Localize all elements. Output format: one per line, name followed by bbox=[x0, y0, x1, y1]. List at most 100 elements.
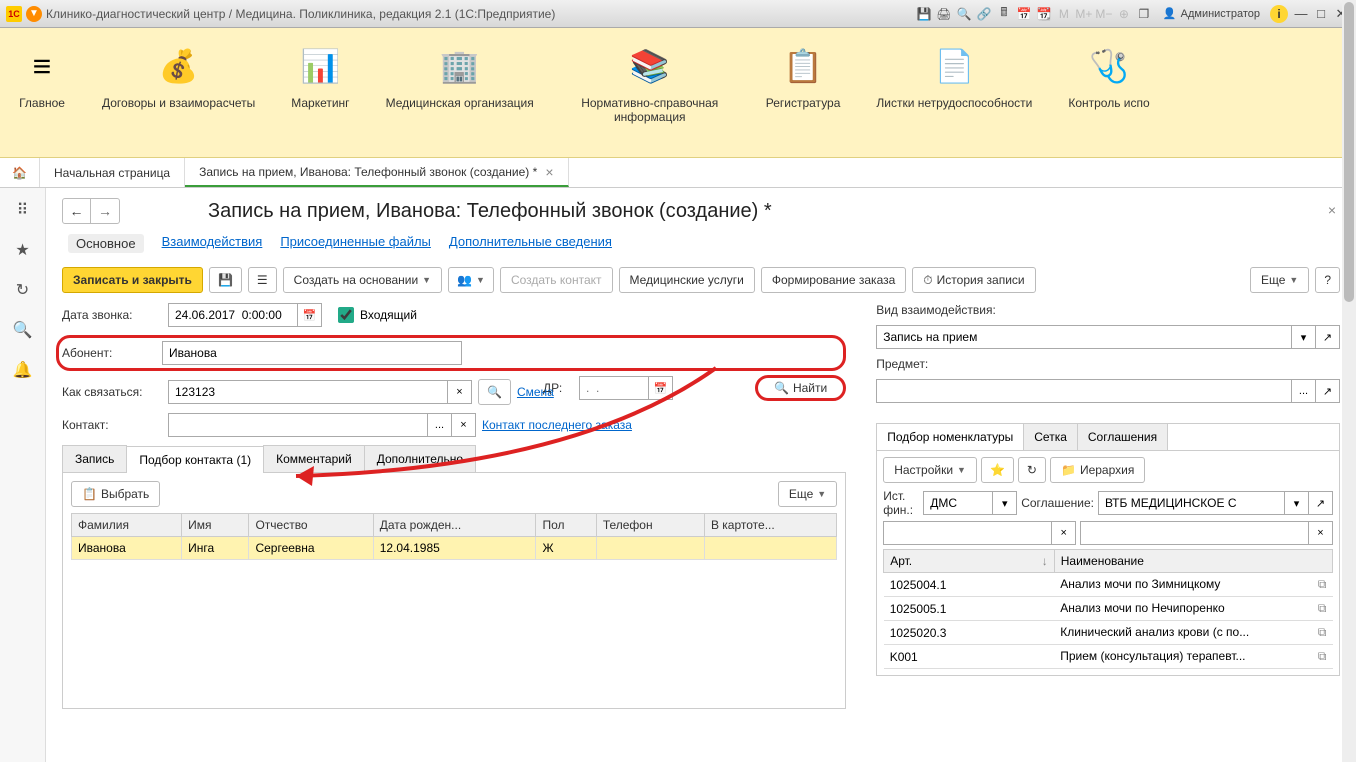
subtab-comment[interactable]: Комментарий bbox=[263, 445, 365, 472]
col-patronymic[interactable]: Отчество bbox=[249, 514, 373, 537]
contact-search-button[interactable]: 🔍 bbox=[478, 379, 511, 405]
tab-current[interactable]: Запись на прием, Иванова: Телефонный зво… bbox=[185, 158, 568, 187]
subject-select-icon[interactable]: ... bbox=[1292, 379, 1316, 403]
tab-start-page[interactable]: Начальная страница bbox=[40, 158, 185, 187]
find-button[interactable]: 🔍 Найти bbox=[755, 375, 846, 401]
nom-row[interactable]: K001Прием (консультация) терапевт...⧉ bbox=[884, 645, 1333, 669]
link-icon[interactable]: 🔗 bbox=[975, 5, 993, 23]
subtab-contact-pick[interactable]: Подбор контакта (1) bbox=[126, 446, 264, 473]
col-surname[interactable]: Фамилия bbox=[72, 514, 182, 537]
contact-clear-icon[interactable]: × bbox=[452, 413, 476, 437]
bell-icon[interactable]: 🔔 bbox=[11, 358, 35, 382]
nom-row[interactable]: 1025005.1Анализ мочи по Нечипоренко⧉ bbox=[884, 597, 1333, 621]
subnav-main[interactable]: Основное bbox=[68, 234, 144, 253]
m-minus-icon[interactable]: M− bbox=[1095, 5, 1113, 23]
select-button[interactable]: 📋 Выбрать bbox=[71, 481, 160, 507]
agreement-input[interactable] bbox=[1098, 491, 1285, 515]
col-card[interactable]: В картоте... bbox=[704, 514, 836, 537]
subnav-interactions[interactable]: Взаимодействия bbox=[162, 234, 263, 253]
table-row[interactable]: Иванова Инга Сергеевна 12.04.1985 Ж bbox=[72, 537, 837, 560]
list-button[interactable]: ☰ bbox=[248, 267, 277, 293]
section-sick-leave[interactable]: 📄Листки нетрудоспособности bbox=[858, 34, 1050, 118]
date-input[interactable] bbox=[168, 303, 298, 327]
home-tab[interactable]: 🏠 bbox=[0, 158, 40, 187]
history-icon[interactable]: ↻ bbox=[11, 278, 35, 302]
preview-icon[interactable]: 🔍 bbox=[955, 5, 973, 23]
minimize-button[interactable]: — bbox=[1292, 5, 1310, 23]
incoming-checkbox[interactable] bbox=[338, 307, 354, 323]
interaction-type-open-icon[interactable]: ↗ bbox=[1316, 325, 1340, 349]
subject-input[interactable] bbox=[876, 379, 1292, 403]
tab-close-icon[interactable]: × bbox=[545, 164, 553, 180]
date-icon[interactable]: 📆 bbox=[1035, 5, 1053, 23]
section-control[interactable]: 🩺Контроль испо bbox=[1050, 34, 1167, 118]
favorite-button[interactable]: ⭐ bbox=[981, 457, 1014, 483]
contact-select-icon[interactable]: ... bbox=[428, 413, 452, 437]
interaction-type-dropdown-icon[interactable]: ▾ bbox=[1292, 325, 1316, 349]
save-close-button[interactable]: Записать и закрыть bbox=[62, 267, 203, 293]
scrollbar[interactable] bbox=[1342, 0, 1356, 762]
save-icon[interactable]: 💾 bbox=[915, 5, 933, 23]
contact-input[interactable] bbox=[168, 413, 428, 437]
filter-name-input[interactable] bbox=[1080, 521, 1309, 545]
subtab-additional[interactable]: Дополнительно bbox=[364, 445, 476, 472]
zoom-icon[interactable]: ⊕ bbox=[1115, 5, 1133, 23]
settings-button[interactable]: Настройки ▼ bbox=[883, 457, 977, 483]
print-icon[interactable]: 🖨 bbox=[935, 5, 953, 23]
m-plus-icon[interactable]: M+ bbox=[1075, 5, 1093, 23]
agreement-open-icon[interactable]: ↗ bbox=[1309, 491, 1333, 515]
m-icon[interactable]: M bbox=[1055, 5, 1073, 23]
create-contact-button[interactable]: Создать контакт bbox=[500, 267, 613, 293]
section-contracts[interactable]: 💰Договоры и взаиморасчеты bbox=[84, 34, 273, 118]
section-main[interactable]: ≡Главное bbox=[0, 34, 84, 118]
section-med-org[interactable]: 🏢Медицинская организация bbox=[368, 34, 552, 118]
maximize-button[interactable]: □ bbox=[1312, 5, 1330, 23]
interaction-type-input[interactable] bbox=[876, 325, 1292, 349]
fin-source-dropdown-icon[interactable]: ▾ bbox=[993, 491, 1017, 515]
window-icon[interactable]: ❐ bbox=[1135, 5, 1153, 23]
col-name[interactable]: Имя bbox=[182, 514, 249, 537]
nom-row[interactable]: 1025020.3Клинический анализ крови (с по.… bbox=[884, 621, 1333, 645]
nav-back-button[interactable]: ← bbox=[63, 199, 91, 223]
subnav-additional[interactable]: Дополнительные сведения bbox=[449, 234, 612, 253]
last-order-contact-link[interactable]: Контакт последнего заказа bbox=[482, 418, 632, 432]
section-normative[interactable]: 📚Нормативно-справочная информация bbox=[552, 34, 748, 132]
apps-icon[interactable]: ⠿ bbox=[11, 198, 35, 222]
date-picker-icon[interactable]: 📅 bbox=[298, 303, 322, 327]
calendar-icon[interactable]: 📅 bbox=[1015, 5, 1033, 23]
agreement-dropdown-icon[interactable]: ▾ bbox=[1285, 491, 1309, 515]
nom-row[interactable]: 1025004.1Анализ мочи по Зимницкому⧉ bbox=[884, 573, 1333, 597]
users-button[interactable]: 👥 ▼ bbox=[448, 267, 494, 293]
copy-icon[interactable]: ⧉ bbox=[1318, 601, 1327, 616]
filter-name-clear-icon[interactable]: × bbox=[1309, 521, 1333, 545]
subnav-files[interactable]: Присоединенные файлы bbox=[280, 234, 431, 253]
nom-col-art[interactable]: Арт. ↓ bbox=[884, 550, 1055, 573]
section-marketing[interactable]: 📊Маркетинг bbox=[273, 34, 367, 118]
create-based-button[interactable]: Создать на основании ▼ bbox=[283, 267, 442, 293]
contact-how-clear-icon[interactable]: × bbox=[448, 380, 472, 404]
subject-open-icon[interactable]: ↗ bbox=[1316, 379, 1340, 403]
col-dob[interactable]: Дата рожден... bbox=[373, 514, 536, 537]
help-button[interactable]: ? bbox=[1315, 267, 1340, 293]
copy-icon[interactable]: ⧉ bbox=[1318, 577, 1327, 592]
nom-col-name[interactable]: Наименование bbox=[1054, 550, 1332, 573]
med-services-button[interactable]: Медицинские услуги bbox=[619, 267, 755, 293]
nav-forward-button[interactable]: → bbox=[91, 199, 119, 223]
calc-icon[interactable]: 🖩 bbox=[995, 5, 1013, 23]
dr-input[interactable] bbox=[579, 376, 649, 400]
save-button[interactable]: 💾 bbox=[209, 267, 242, 293]
history-button[interactable]: ⏱ История записи bbox=[912, 267, 1035, 293]
refresh-button[interactable]: ↻ bbox=[1018, 457, 1046, 483]
order-form-button[interactable]: Формирование заказа bbox=[761, 267, 906, 293]
fin-source-input[interactable] bbox=[923, 491, 993, 515]
right-tab-nomenclature[interactable]: Подбор номенклатуры bbox=[877, 424, 1024, 450]
smena-link[interactable]: Смена bbox=[517, 385, 554, 399]
more-button[interactable]: Еще ▼ bbox=[1250, 267, 1309, 293]
filter-art-clear-icon[interactable]: × bbox=[1052, 521, 1076, 545]
favorite-icon[interactable]: ▼ bbox=[26, 6, 42, 22]
panel-more-button[interactable]: Еще ▼ bbox=[778, 481, 837, 507]
filter-art-input[interactable] bbox=[883, 521, 1052, 545]
star-icon[interactable]: ★ bbox=[11, 238, 35, 262]
subtab-record[interactable]: Запись bbox=[62, 445, 127, 472]
hierarchy-button[interactable]: 📁 Иерархия bbox=[1050, 457, 1145, 483]
